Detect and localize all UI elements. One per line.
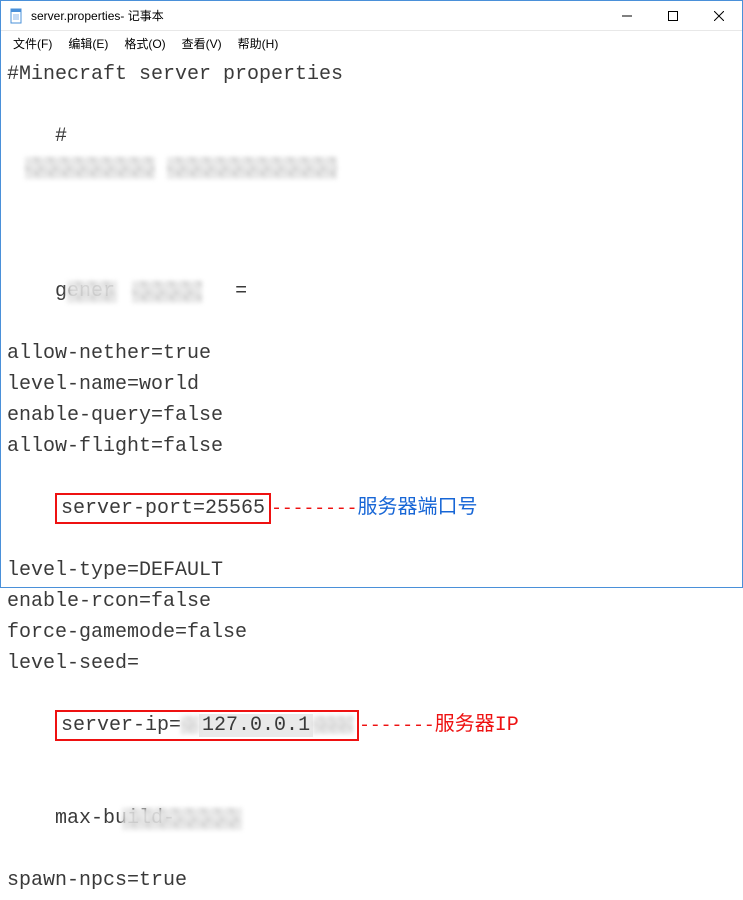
file-line: level-name=world [7, 369, 736, 400]
file-line: level-type=DEFAULT [7, 555, 736, 586]
ip-value: 127.0.0.1 [199, 714, 313, 737]
redacted-region [67, 281, 117, 303]
redacted-region [313, 716, 353, 734]
file-line: enable-query=false [7, 400, 736, 431]
file-line: enable-rcon=false [7, 586, 736, 617]
file-line: server-port=25565 --------服务器端口号 [7, 462, 736, 555]
file-line: level-seed= [7, 648, 736, 679]
minimize-button[interactable] [604, 1, 650, 30]
line-fragment: = [235, 280, 247, 303]
line-fragment: server-port=25565 [61, 497, 265, 520]
window-controls [604, 1, 742, 30]
file-line: #Minecraft server properties [7, 59, 736, 90]
menu-format[interactable]: 格式(O) [116, 33, 173, 54]
annotation-dashes: -------- [271, 499, 357, 519]
line-fragment: # [55, 125, 67, 148]
redacted-region [167, 157, 337, 179]
close-button[interactable] [696, 1, 742, 30]
file-line: # [7, 90, 736, 245]
annotation-port-label: 服务器端口号 [357, 497, 477, 520]
annotation-ip-label: 服务器IP [435, 714, 519, 737]
notepad-icon [9, 8, 25, 24]
menu-help[interactable]: 帮助(H) [230, 33, 287, 54]
file-line: force-gamemode=false [7, 617, 736, 648]
window-titlebar: server.properties- 记事本 [1, 1, 742, 31]
text-editor-area[interactable]: #Minecraft server properties # generxxxx… [1, 55, 742, 900]
redacted-region [132, 281, 202, 303]
maximize-button[interactable] [650, 1, 696, 30]
menu-edit[interactable]: 编辑(E) [60, 33, 116, 54]
file-line: generxxxxxxxxxx= [7, 245, 736, 338]
redacted-region [181, 716, 199, 734]
menu-view[interactable]: 查看(V) [174, 33, 230, 54]
file-line: allow-flight=false [7, 431, 736, 462]
line-fragment: server-ip= [61, 714, 181, 737]
file-line: max-build- [7, 772, 736, 865]
file-line: spawn-npcs=true [7, 865, 736, 896]
menubar: 文件(F) 编辑(E) 格式(O) 查看(V) 帮助(H) [1, 31, 742, 55]
file-line: allow-nether=true [7, 338, 736, 369]
menu-file[interactable]: 文件(F) [5, 33, 60, 54]
redacted-region [122, 808, 242, 830]
redacted-region [25, 157, 155, 179]
annotation-dashes: ------- [359, 716, 435, 736]
highlight-box-port: server-port=25565 [55, 493, 271, 524]
file-line: server-ip= 127.0.0.1 -------服务器IP [7, 679, 736, 772]
window-title: server.properties- 记事本 [31, 7, 604, 24]
highlight-box-ip: server-ip= 127.0.0.1 [55, 710, 359, 741]
